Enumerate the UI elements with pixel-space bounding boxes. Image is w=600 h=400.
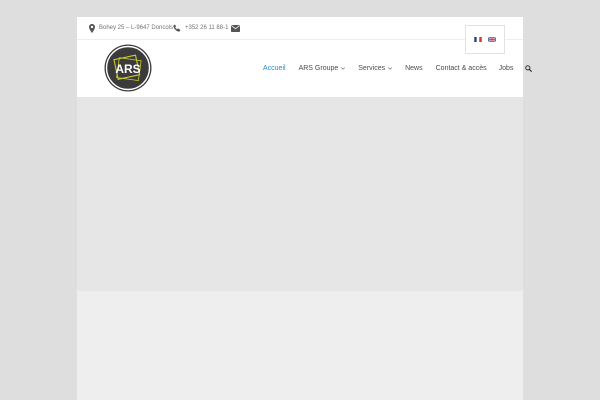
top-bar: Bohey 25 – L-9647 Doncols +352 26 11 88-…	[77, 17, 523, 40]
hero-banner	[77, 97, 523, 291]
main-navigation: Accueil ARS Groupe Services News Contact…	[263, 62, 533, 74]
nav-item-label: Accueil	[263, 64, 286, 72]
nav-item-label: Contact & accès	[435, 64, 487, 72]
flag-france-icon[interactable]	[474, 37, 482, 42]
nav-item-ars-groupe[interactable]: ARS Groupe	[299, 65, 346, 72]
nav-item-contact[interactable]: Contact & accès	[436, 65, 487, 72]
nav-item-news[interactable]: News	[405, 65, 423, 72]
content-section	[77, 291, 523, 400]
nav-item-label: Jobs	[498, 64, 514, 72]
nav-item-accueil[interactable]: Accueil	[263, 65, 286, 72]
flag-uk-icon[interactable]	[488, 37, 496, 42]
envelope-icon[interactable]	[231, 24, 240, 32]
chevron-down-icon	[388, 66, 393, 70]
phone-icon	[173, 24, 181, 32]
logo-text: ARS	[115, 62, 140, 76]
nav-item-label: ARS Groupe	[298, 64, 339, 72]
search-icon[interactable]	[525, 64, 533, 72]
map-marker-icon	[89, 23, 95, 33]
nav-item-label: News	[405, 64, 423, 72]
nav-item-services[interactable]: Services	[358, 64, 393, 72]
language-switcher	[465, 25, 505, 54]
nav-item-jobs[interactable]: Jobs	[499, 65, 514, 72]
nav-item-label: Services	[358, 64, 386, 72]
site-logo[interactable]: ARS	[104, 44, 152, 92]
email-link[interactable]	[231, 21, 240, 35]
chevron-down-icon	[341, 66, 346, 70]
address-text: Bohey 25 – L-9647 Doncols	[99, 25, 174, 31]
page-wrapper: Bohey 25 – L-9647 Doncols +352 26 11 88-…	[77, 17, 533, 400]
address-info: Bohey 25 – L-9647 Doncols	[89, 21, 173, 35]
phone-info: +352 26 11 88-1	[173, 21, 228, 35]
phone-text[interactable]: +352 26 11 88-1	[185, 25, 228, 31]
